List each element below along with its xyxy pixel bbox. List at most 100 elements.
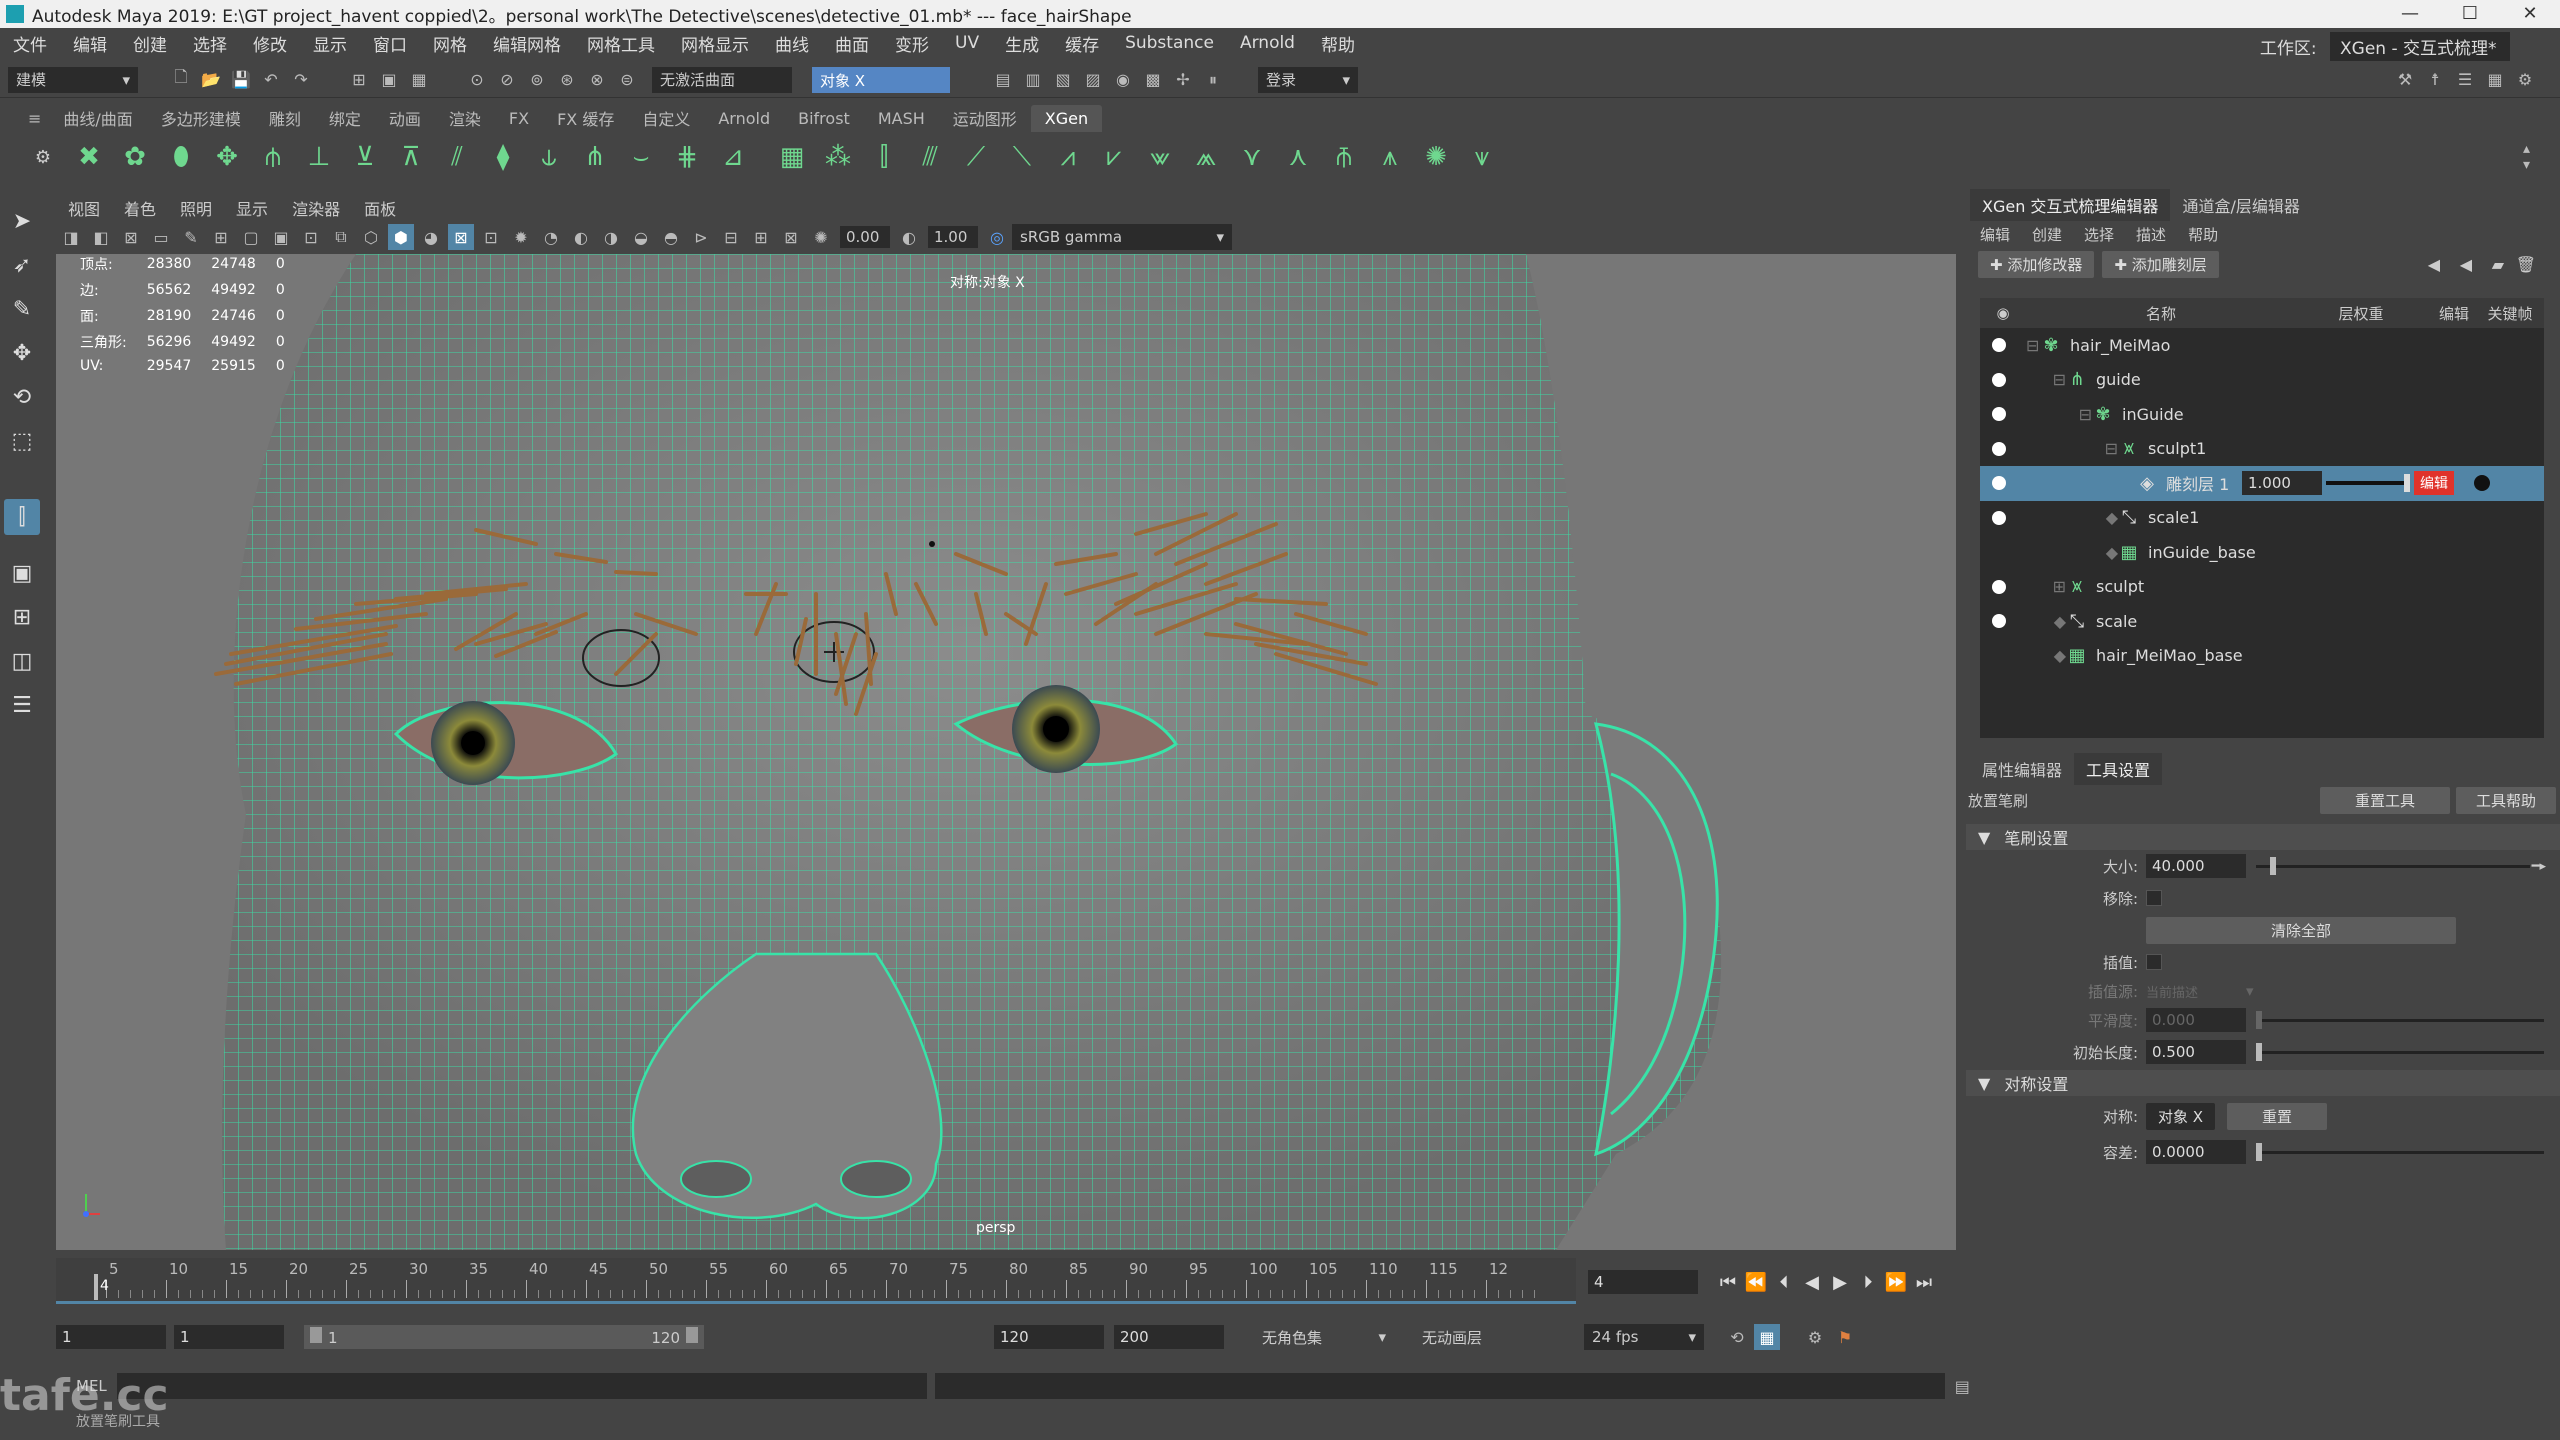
tool-help-button[interactable]: 工具帮助 — [2456, 786, 2556, 814]
color-management-icon[interactable]: ◎ — [984, 224, 1010, 250]
auto-key-toggle-icon[interactable]: ⚑ — [1832, 1324, 1858, 1350]
xgen-select-guide-icon[interactable]: ⫛ — [253, 137, 293, 177]
shelf-tab-mash[interactable]: MASH — [864, 105, 939, 132]
size-field[interactable]: 40.000 — [2146, 854, 2246, 878]
xgen-menu-create[interactable]: 创建 — [2032, 224, 2062, 245]
tree-row-scale[interactable]: ◆ ⤡ scale — [1980, 604, 2544, 639]
play-forward-icon[interactable]: ▶ — [1826, 1272, 1854, 1293]
outliner-toggle-icon[interactable]: ☰ — [4, 687, 40, 723]
tree-row-guide[interactable]: ⊟ ⋔ guide — [1980, 363, 2544, 398]
scale-tool-icon[interactable]: ⬚ — [4, 423, 40, 459]
render-view-icon[interactable]: ▤ — [990, 67, 1016, 93]
tolerance-field[interactable]: 0.0000 — [2146, 1140, 2246, 1164]
depth-of-field-icon[interactable]: ◓ — [658, 224, 684, 250]
interp-checkbox[interactable] — [2146, 954, 2162, 970]
persp-outliner-layout-icon[interactable]: ◫ — [4, 643, 40, 679]
shelf-tab-animation[interactable]: 动画 — [375, 102, 435, 134]
menu-arnold[interactable]: Arnold — [1227, 33, 1308, 53]
delete-icon[interactable]: 🗑 — [2516, 255, 2536, 274]
open-scene-icon[interactable]: 📂 — [198, 67, 224, 93]
hypershade-icon[interactable]: ◉ — [1110, 67, 1136, 93]
animation-end-field[interactable]: 200 — [1114, 1325, 1224, 1349]
sym-dropdown[interactable]: 对象 X — [2146, 1102, 2216, 1130]
workspace-dropdown[interactable]: XGen - 交互式梳理* — [2330, 32, 2510, 61]
redo-icon[interactable]: ↷ — [288, 67, 314, 93]
xgen-editor-icon[interactable]: ✖ — [69, 137, 109, 177]
range-handle-start[interactable]: 1 — [310, 1327, 338, 1347]
viewport-menu-renderer[interactable]: 渲染器 — [280, 196, 352, 220]
go-to-end-icon[interactable]: ⏭ — [1910, 1272, 1938, 1293]
menu-modify[interactable]: 修改 — [240, 31, 300, 56]
tree-row-inguide-base[interactable]: ◆ ▦ inGuide_base — [1980, 535, 2544, 570]
make-live-icon[interactable]: ⊜ — [614, 67, 640, 93]
menu-edit[interactable]: 编辑 — [60, 31, 120, 56]
visibility-toggle[interactable] — [1992, 407, 2006, 422]
clear-all-button[interactable]: 清除全部 — [2146, 916, 2456, 944]
collapse-icon[interactable]: ⊟ — [2026, 370, 2066, 389]
select-object-icon[interactable]: ▣ — [376, 67, 402, 93]
isolate-select-icon[interactable]: ⊳ — [688, 224, 714, 250]
paint-select-tool-icon[interactable]: ✎ — [4, 291, 40, 327]
xgen-rebuild-guide-icon[interactable]: ⊼ — [391, 137, 431, 177]
slider-range-icon[interactable]: ━▸ — [2532, 859, 2546, 874]
smooth-shade-icon[interactable]: ⬢ — [388, 224, 414, 250]
exposure-icon[interactable]: ✺ — [808, 224, 834, 250]
xgen-create-description-icon[interactable]: ✿ — [115, 137, 155, 177]
single-perspective-layout-icon[interactable]: ▣ — [4, 555, 40, 591]
visibility-toggle[interactable] — [1992, 372, 2006, 387]
menu-help[interactable]: 帮助 — [1308, 31, 1368, 56]
bookmark-icon[interactable]: ⊠ — [118, 224, 144, 250]
shelf-tab-custom[interactable]: 自定义 — [628, 102, 704, 134]
xgen-menu-help[interactable]: 帮助 — [2188, 224, 2218, 245]
render-settings-icon[interactable]: ▨ — [1080, 67, 1106, 93]
viewport-menu-panels[interactable]: 面板 — [352, 196, 408, 220]
shelf-tab-xgen[interactable]: XGen — [1030, 104, 1103, 132]
character-controls-icon[interactable]: ☨ — [2422, 67, 2448, 93]
snap-point-icon[interactable]: ⊚ — [524, 67, 550, 93]
init-length-field[interactable]: 0.500 — [2146, 1040, 2246, 1064]
visibility-toggle[interactable] — [1992, 441, 2006, 456]
tree-row-scale1[interactable]: ◆ ⤡ scale1 — [1980, 501, 2544, 536]
snap-grid-icon[interactable]: ⊙ — [464, 67, 490, 93]
xgen-guide-tool-icon[interactable]: ⊥ — [299, 137, 339, 177]
shelf-tab-rigging[interactable]: 绑定 — [315, 102, 375, 134]
four-view-layout-icon[interactable]: ⊞ — [4, 599, 40, 635]
anim-layer-dropdown[interactable]: 无动画层 — [1414, 1324, 1564, 1350]
xgen-bake-icon[interactable]: ⫝ — [529, 137, 569, 177]
menu-file[interactable]: 文件 — [0, 31, 60, 56]
shelf-tab-arnold[interactable]: Arnold — [704, 105, 784, 132]
collapse-icon[interactable]: ⊟ — [2026, 405, 2092, 424]
playback-start-field[interactable]: 1 — [174, 1325, 284, 1349]
save-scene-icon[interactable]: 💾 — [228, 67, 254, 93]
textured-icon[interactable]: ⊡ — [478, 224, 504, 250]
visibility-toggle[interactable] — [1992, 338, 2006, 353]
animation-start-field[interactable]: 1 — [56, 1325, 166, 1349]
layer-weight-slider[interactable] — [2326, 474, 2410, 493]
tab-attribute-editor[interactable]: 属性编辑器 — [1970, 753, 2074, 785]
live-surface-field[interactable]: 无激活曲面 — [652, 66, 792, 93]
xgen-brush-smooth-icon[interactable]: ⩗ — [1094, 137, 1134, 177]
visibility-toggle[interactable] — [1992, 579, 2006, 594]
tree-row-sculpt[interactable]: ⊞ ⩙ sculpt — [1980, 570, 2544, 605]
menu-edit-mesh[interactable]: 编辑网格 — [480, 31, 574, 56]
new-scene-icon[interactable]: 🗋 — [168, 67, 194, 93]
step-back-key-icon[interactable]: ⏪ — [1742, 1272, 1770, 1293]
wireframe-on-shaded-icon[interactable]: ⊠ — [448, 224, 474, 250]
tab-xgen-groom-editor[interactable]: XGen 交互式梳理编辑器 — [1970, 189, 2171, 221]
select-component-icon[interactable]: ▦ — [406, 67, 432, 93]
perspective-viewport[interactable] — [56, 254, 1956, 1250]
range-handle-end[interactable]: 120 — [651, 1327, 698, 1347]
grid-toggle-icon[interactable]: ⊞ — [208, 224, 234, 250]
menu-generate[interactable]: 生成 — [992, 31, 1052, 56]
shelf-tab-fx-caching[interactable]: FX 缓存 — [543, 102, 628, 134]
visibility-toggle[interactable] — [1992, 510, 2006, 525]
time-slider[interactable]: 5 10 15 20 25 30 35 40 45 50 55 60 65 70 75 80 85 90 95 100… — [56, 1258, 1576, 1304]
snap-surface-icon[interactable]: ⊗ — [584, 67, 610, 93]
menu-mesh-tools[interactable]: 网格工具 — [574, 31, 668, 56]
arnold-ipr-icon[interactable]: ✢ — [1170, 67, 1196, 93]
step-back-frame-icon[interactable]: ⏴ — [1770, 1272, 1798, 1293]
xgen-brush-place-icon[interactable]: ⫿ — [864, 137, 904, 177]
xgen-preview-icon[interactable]: ⧫ — [483, 137, 523, 177]
tree-row-sculpt-layer-1[interactable]: ◈ 雕刻层 1 1.000 编辑 — [1980, 466, 2544, 501]
close-button[interactable]: ✕ — [2500, 0, 2560, 28]
